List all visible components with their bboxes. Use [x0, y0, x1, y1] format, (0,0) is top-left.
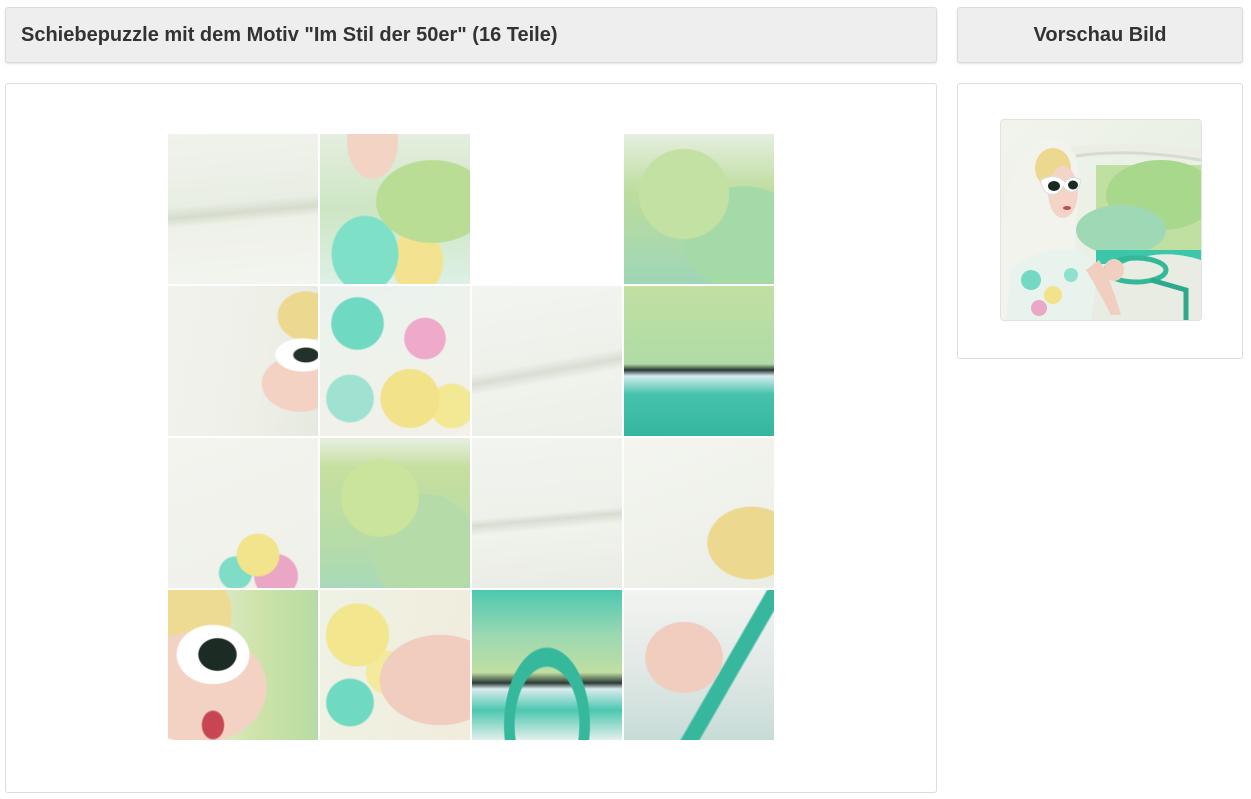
puzzle-empty-slot — [471, 133, 623, 285]
puzzle-tile[interactable] — [623, 285, 775, 437]
page-title: Schiebepuzzle mit dem Motiv "Im Stil der… — [5, 7, 937, 63]
puzzle-tile[interactable] — [319, 285, 471, 437]
puzzle-tile[interactable] — [623, 133, 775, 285]
puzzle-tile[interactable] — [167, 133, 319, 285]
puzzle-tile[interactable] — [319, 589, 471, 741]
puzzle-tile[interactable] — [319, 133, 471, 285]
puzzle-tile[interactable] — [167, 285, 319, 437]
puzzle-tile[interactable] — [167, 437, 319, 589]
puzzle-tile[interactable] — [167, 589, 319, 741]
puzzle-tile[interactable] — [623, 589, 775, 741]
puzzle-tile[interactable] — [471, 285, 623, 437]
puzzle-tile[interactable] — [319, 437, 471, 589]
puzzle-tile[interactable] — [471, 437, 623, 589]
puzzle-tile[interactable] — [623, 437, 775, 589]
preview-title: Vorschau Bild — [957, 7, 1243, 63]
puzzle-board — [167, 133, 776, 742]
preview-title-text: Vorschau Bild — [1033, 24, 1167, 46]
puzzle-panel — [5, 83, 937, 793]
preview-panel — [957, 83, 1243, 359]
puzzle-tile[interactable] — [471, 589, 623, 741]
preview-image — [1000, 119, 1202, 321]
page-title-text: Schiebepuzzle mit dem Motiv "Im Stil der… — [21, 24, 558, 46]
